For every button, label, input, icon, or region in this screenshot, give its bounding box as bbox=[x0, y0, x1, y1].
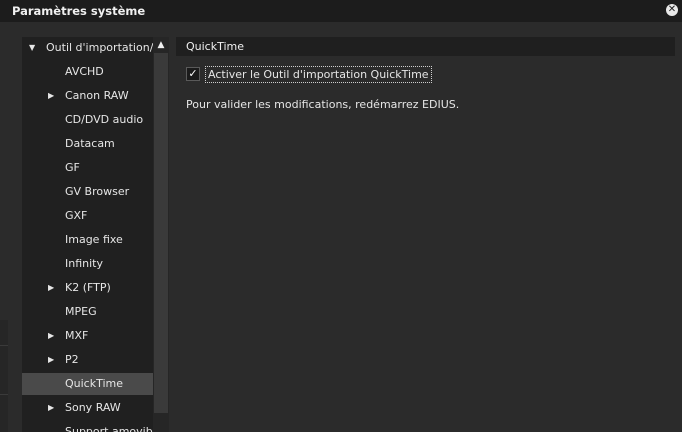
expand-right-icon[interactable]: ▶ bbox=[48, 85, 54, 107]
tree-item[interactable]: QuickTime bbox=[22, 373, 153, 395]
enable-quicktime-label[interactable]: Activer le Outil d'importation QuickTime bbox=[205, 66, 432, 83]
close-icon[interactable]: ✕ bbox=[666, 4, 678, 16]
tree-item-label: QuickTime bbox=[65, 377, 124, 390]
settings-tree: ▼ Outil d'importation/Out AVCHD ▶ Canon RAW C… bbox=[22, 37, 153, 432]
window-title: Paramètres système bbox=[12, 4, 146, 18]
tree-item[interactable]: ▶ Canon RAW bbox=[22, 85, 153, 107]
tree-item[interactable]: GXF bbox=[22, 205, 153, 227]
tree-item-label: GV Browser bbox=[65, 185, 130, 198]
scroll-thumb[interactable] bbox=[154, 53, 168, 413]
tree-item-label: MXF bbox=[65, 329, 89, 342]
tree-item[interactable]: Support amovible bbox=[22, 421, 153, 432]
tree-item-label: K2 (FTP) bbox=[65, 281, 111, 294]
tree-item-label: P2 bbox=[65, 353, 79, 366]
tree-item[interactable]: ▶ MXF bbox=[22, 325, 153, 347]
tree-item[interactable]: CD/DVD audio bbox=[22, 109, 153, 131]
tree-item-label: AVCHD bbox=[65, 65, 104, 78]
tree-item[interactable]: AVCHD bbox=[22, 61, 153, 83]
scroll-up-arrow-icon[interactable]: ▲ bbox=[153, 37, 169, 53]
tree-item[interactable]: GV Browser bbox=[22, 181, 153, 203]
tree-item[interactable]: ▶ Sony RAW bbox=[22, 397, 153, 419]
tree-item-label: Outil d'importation/Out bbox=[46, 41, 153, 54]
expand-right-icon[interactable]: ▶ bbox=[48, 397, 54, 419]
tree-item-label: MPEG bbox=[65, 305, 97, 318]
tree-item-label: Sony RAW bbox=[65, 401, 121, 414]
tree-item-label: CD/DVD audio bbox=[65, 113, 144, 126]
tree-item-label: Datacam bbox=[65, 137, 115, 150]
enable-quicktime-checkbox[interactable]: ✓ bbox=[186, 67, 200, 81]
tree-item[interactable]: Datacam bbox=[22, 133, 153, 155]
expand-down-icon[interactable]: ▼ bbox=[29, 37, 35, 59]
tree-item[interactable]: Image fixe bbox=[22, 229, 153, 251]
content-header: QuickTime bbox=[176, 37, 675, 56]
tree-item[interactable]: Infinity bbox=[22, 253, 153, 275]
tree-item-label: Support amovible bbox=[65, 425, 153, 432]
tree-item-label: Canon RAW bbox=[65, 89, 129, 102]
tree-item[interactable]: ▶ P2 bbox=[22, 349, 153, 371]
restart-note: Pour valider les modifications, redémarr… bbox=[186, 98, 460, 111]
tree-item-label: Infinity bbox=[65, 257, 103, 270]
expand-right-icon[interactable]: ▶ bbox=[48, 277, 54, 299]
title-bar: Paramètres système ✕ bbox=[0, 0, 682, 22]
tree-item-label: GF bbox=[65, 161, 80, 174]
tree-item[interactable]: MPEG bbox=[22, 301, 153, 323]
expand-right-icon[interactable]: ▶ bbox=[48, 349, 54, 371]
expand-right-icon[interactable]: ▶ bbox=[48, 325, 54, 347]
page-title: QuickTime bbox=[186, 40, 245, 53]
background-window-edge bbox=[0, 320, 8, 432]
tree-item-label: GXF bbox=[65, 209, 88, 222]
tree-scrollbar[interactable]: ▲ bbox=[153, 37, 169, 432]
tree-item[interactable]: GF bbox=[22, 157, 153, 179]
tree-item[interactable]: ▼ Outil d'importation/Out bbox=[22, 37, 153, 59]
tree-item-label: Image fixe bbox=[65, 233, 123, 246]
tree-item[interactable]: ▶ K2 (FTP) bbox=[22, 277, 153, 299]
